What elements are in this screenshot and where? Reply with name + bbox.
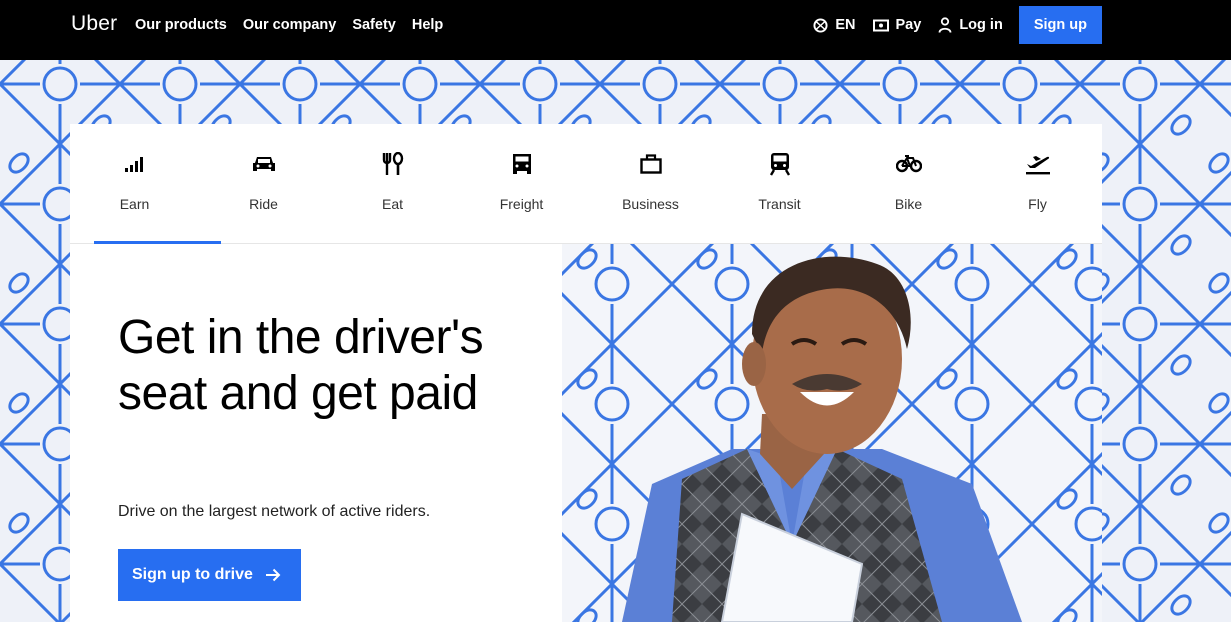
nav-safety[interactable]: Safety xyxy=(352,17,396,33)
primary-nav: Our products Our company Safety Help xyxy=(135,0,459,50)
login-button[interactable]: Log in xyxy=(938,17,1003,33)
person-icon xyxy=(938,17,952,33)
login-label: Log in xyxy=(959,17,1003,33)
product-tabs: Earn Ride Eat Freight Business Transit B… xyxy=(70,124,1102,245)
top-navigation: Uber Our products Our company Safety Hel… xyxy=(0,0,1231,60)
tab-fly[interactable]: Fly xyxy=(973,124,1102,244)
sign-up-to-drive-button[interactable]: Sign up to drive xyxy=(118,549,301,601)
nav-our-company[interactable]: Our company xyxy=(243,17,336,33)
tab-bike[interactable]: Bike xyxy=(844,124,973,244)
signup-button[interactable]: Sign up xyxy=(1018,6,1102,44)
pay-label: Pay xyxy=(895,17,922,33)
plane-icon xyxy=(1025,156,1050,175)
globe-icon xyxy=(813,17,828,33)
tab-eat[interactable]: Eat xyxy=(328,124,457,244)
briefcase-icon xyxy=(639,154,662,174)
tab-transit[interactable]: Transit xyxy=(715,124,844,244)
tab-earn[interactable]: Earn xyxy=(70,124,221,245)
hero-card: Get in the driver's seat and get paid Dr… xyxy=(70,244,562,622)
tab-label: Ride xyxy=(249,196,278,212)
tab-label: Freight xyxy=(499,196,544,212)
pay-button[interactable]: Pay xyxy=(872,17,922,33)
tab-label: Business xyxy=(622,196,679,212)
uber-logo[interactable]: Uber xyxy=(71,12,117,36)
bicycle-icon xyxy=(895,155,922,173)
language-label: EN xyxy=(835,17,856,33)
fork-knife-icon xyxy=(382,152,403,175)
language-button[interactable]: EN xyxy=(813,17,856,33)
tab-ride[interactable]: Ride xyxy=(199,124,328,244)
tab-label: Earn xyxy=(119,196,150,212)
hero-subtext: Drive on the largest network of active r… xyxy=(118,503,431,520)
tab-label: Fly xyxy=(1028,196,1047,212)
truck-icon xyxy=(512,154,531,174)
tab-freight[interactable]: Freight xyxy=(457,124,586,244)
secondary-nav: EN Pay Log in Sign up xyxy=(796,0,1102,50)
signal-bars-icon xyxy=(124,157,143,172)
tab-label: Bike xyxy=(894,196,923,212)
hero-headline: Get in the driver's seat and get paid xyxy=(118,311,484,420)
nav-our-products[interactable]: Our products xyxy=(135,17,227,33)
wallet-icon xyxy=(872,19,889,31)
train-icon xyxy=(769,153,790,176)
nav-help[interactable]: Help xyxy=(412,17,443,33)
cta-label: Sign up to drive xyxy=(132,566,253,583)
hero-photo-driver xyxy=(562,244,1102,622)
tab-label: Transit xyxy=(758,196,801,212)
arrow-right-icon xyxy=(265,568,281,582)
tab-business[interactable]: Business xyxy=(586,124,715,244)
car-icon xyxy=(252,157,275,171)
tab-label: Eat xyxy=(381,196,403,212)
